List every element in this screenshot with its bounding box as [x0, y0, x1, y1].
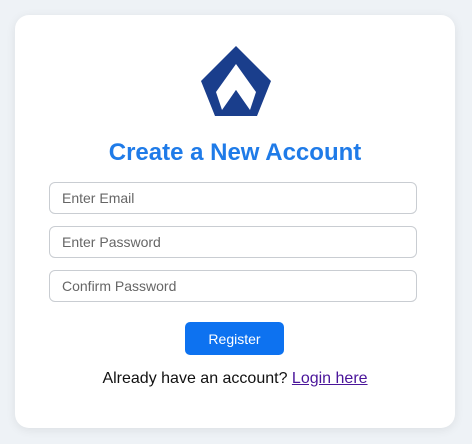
brand-logo-icon	[201, 46, 271, 116]
email-input[interactable]	[49, 182, 417, 214]
password-input[interactable]	[49, 226, 417, 258]
login-link[interactable]: Login here	[292, 370, 368, 387]
confirm-password-input[interactable]	[49, 270, 417, 302]
register-card: Create a New Account Register Already ha…	[15, 15, 455, 428]
page-title: Create a New Account	[108, 139, 362, 166]
register-button[interactable]: Register	[185, 322, 284, 355]
login-prompt-line: Already have an account? Login here	[15, 369, 455, 389]
login-prompt-text: Already have an account?	[102, 370, 288, 387]
